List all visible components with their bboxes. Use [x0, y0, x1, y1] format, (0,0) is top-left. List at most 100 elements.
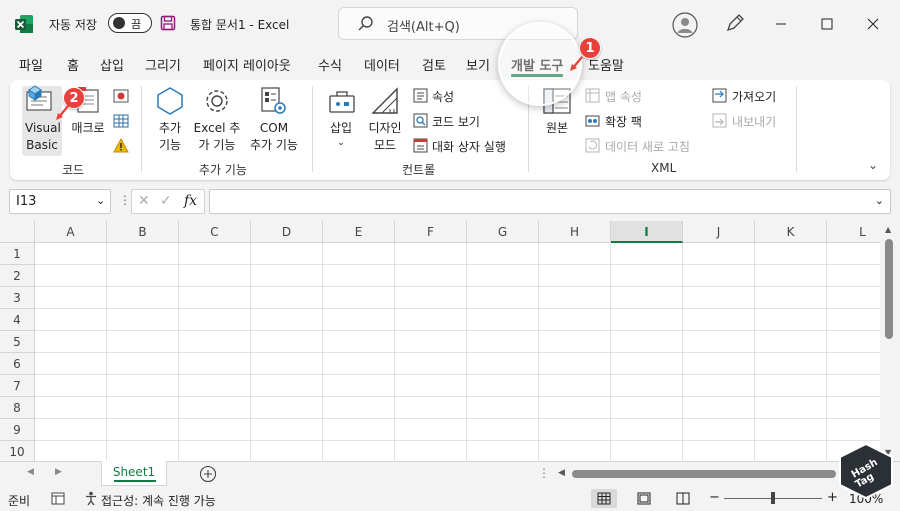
design-mode-label-1: 디자인 [368, 121, 402, 135]
cell-area[interactable] [35, 243, 880, 461]
minimize-icon[interactable] [766, 10, 796, 38]
column-header-l[interactable]: L [827, 221, 880, 243]
search-icon [358, 16, 373, 31]
row-header-10[interactable]: 10 [0, 441, 35, 461]
column-header-f[interactable]: F [395, 221, 467, 243]
view-code-label[interactable]: 코드 보기 [432, 113, 480, 130]
insert-control-label[interactable]: 삽입 [323, 120, 359, 136]
controls-group-label: 컨트롤 [402, 163, 436, 177]
pen-icon[interactable] [724, 12, 746, 34]
tab-home[interactable]: 홈 [67, 55, 79, 74]
insert-control-toolbox-icon[interactable] [327, 88, 357, 116]
run-dialog-icon[interactable] [413, 138, 428, 153]
zoom-slider-knob[interactable] [771, 492, 775, 504]
record-macro-icon[interactable] [113, 88, 129, 104]
macro-security-icon[interactable] [113, 138, 129, 154]
add-sheet-icon[interactable] [199, 465, 217, 483]
user-avatar-icon[interactable] [672, 12, 698, 38]
column-header-g[interactable]: G [467, 221, 539, 243]
sheet-tab-sheet1[interactable]: Sheet1 [101, 461, 167, 486]
separator [141, 86, 142, 172]
run-dialog-label[interactable]: 대화 상자 실행 [432, 138, 506, 155]
maximize-icon[interactable] [812, 10, 842, 38]
accessibility-icon[interactable] [84, 491, 98, 506]
autosave-state: 끔 [131, 18, 142, 31]
xml-source-label[interactable]: 원본 [538, 120, 576, 136]
tab-formulas[interactable]: 수식 [318, 55, 342, 74]
row-header-3[interactable]: 3 [0, 287, 35, 309]
row-header-9[interactable]: 9 [0, 419, 35, 441]
more-options-icon[interactable]: ⋮ [119, 193, 131, 207]
chevron-down-icon[interactable]: ⌄ [868, 158, 878, 172]
row-header-1[interactable]: 1 [0, 243, 35, 265]
vertical-scroll-thumb[interactable] [885, 239, 893, 339]
chevron-down-icon[interactable]: ⌄ [323, 135, 359, 151]
workbook-statistics-icon[interactable] [51, 492, 65, 505]
tab-review[interactable]: 검토 [422, 55, 446, 74]
vertical-scrollbar[interactable]: ▲ ▼ [880, 221, 900, 461]
sheet-next-icon[interactable]: ▶ [55, 467, 62, 477]
save-icon[interactable] [160, 15, 176, 31]
row-header-5[interactable]: 5 [0, 331, 35, 353]
expansion-packs-label[interactable]: 확장 팩 [605, 113, 642, 130]
properties-icon[interactable] [413, 88, 428, 103]
tab-page-layout[interactable]: 페이지 레이아웃 [203, 55, 291, 74]
more-options-icon[interactable]: ⋮ [538, 466, 550, 480]
properties-label[interactable]: 속성 [432, 88, 454, 105]
tab-draw[interactable]: 그리기 [145, 55, 181, 74]
macro-label[interactable]: 매크로 [66, 120, 110, 136]
formula-buttons: ✕ ✓ fx [131, 189, 205, 214]
design-mode-icon[interactable] [370, 86, 400, 116]
autosave-label: 자동 저장 [49, 18, 97, 32]
relative-reference-icon[interactable] [113, 113, 129, 129]
select-all-corner[interactable] [0, 221, 35, 243]
chevron-down-icon[interactable]: ⌄ [96, 194, 105, 207]
column-header-b[interactable]: B [107, 221, 179, 243]
row-header-4[interactable]: 4 [0, 309, 35, 331]
com-addins-icon[interactable] [258, 86, 288, 116]
tab-file[interactable]: 파일 [19, 55, 43, 74]
column-header-i[interactable]: I [611, 221, 683, 243]
zoom-in-icon[interactable]: + [827, 490, 838, 505]
column-header-e[interactable]: E [323, 221, 395, 243]
column-header-k[interactable]: K [755, 221, 827, 243]
cancel-icon[interactable]: ✕ [138, 193, 150, 209]
scroll-left-icon[interactable]: ◀ [558, 468, 565, 478]
view-code-icon[interactable] [413, 113, 428, 128]
scroll-up-icon[interactable]: ▲ [885, 225, 891, 234]
excel-logo-icon [15, 15, 33, 33]
horizontal-scroll-thumb[interactable] [572, 470, 836, 478]
expansion-packs-icon[interactable] [585, 113, 600, 128]
name-box[interactable]: I13 ⌄ [9, 189, 111, 214]
map-properties-icon [585, 88, 600, 103]
row-header-6[interactable]: 6 [0, 353, 35, 375]
page-layout-view-button[interactable] [631, 489, 657, 508]
xml-import-icon[interactable] [712, 88, 727, 103]
insert-function-icon[interactable]: fx [184, 193, 197, 209]
formula-input[interactable]: ⌄ [209, 189, 891, 214]
row-header-8[interactable]: 8 [0, 397, 35, 419]
tab-data[interactable]: 데이터 [364, 55, 400, 74]
row-header-7[interactable]: 7 [0, 375, 35, 397]
worksheet-grid[interactable]: ABCDEFGHIJKL 1 2 3 4 5 6 7 8 9 10 [0, 221, 880, 461]
page-break-view-button[interactable] [670, 489, 696, 508]
accessibility-status[interactable]: 접근성: 계속 진행 가능 [101, 492, 216, 509]
zoom-out-icon[interactable]: − [709, 490, 720, 505]
excel-addins-gear-icon[interactable] [202, 86, 232, 116]
column-header-j[interactable]: J [683, 221, 755, 243]
column-header-d[interactable]: D [251, 221, 323, 243]
column-header-a[interactable]: A [35, 221, 107, 243]
chevron-down-icon[interactable]: ⌄ [875, 194, 884, 207]
close-icon[interactable] [858, 10, 888, 38]
normal-view-button[interactable] [591, 489, 617, 508]
row-header-2[interactable]: 2 [0, 265, 35, 287]
column-header-h[interactable]: H [539, 221, 611, 243]
tab-view[interactable]: 보기 [466, 55, 490, 74]
tab-insert[interactable]: 삽입 [100, 55, 124, 74]
column-header-c[interactable]: C [179, 221, 251, 243]
sheet-prev-icon[interactable]: ◀ [27, 467, 34, 477]
addins-icon[interactable] [155, 86, 185, 116]
autosave-toggle[interactable]: 끔 [108, 13, 152, 33]
xml-import-label[interactable]: 가져오기 [732, 88, 776, 105]
check-icon[interactable]: ✓ [160, 193, 172, 209]
